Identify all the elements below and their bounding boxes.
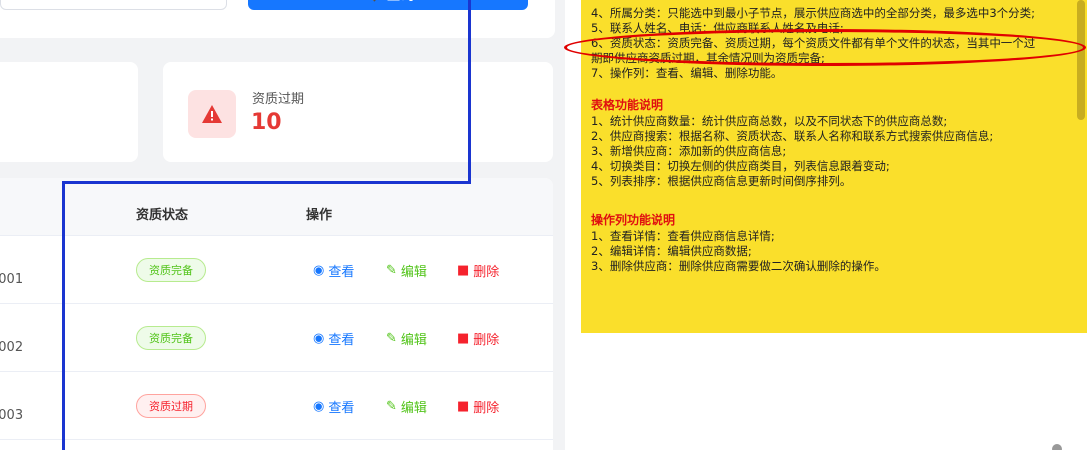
- header-status: 资质状态: [136, 208, 189, 223]
- edit-button[interactable]: ✎ 编辑: [386, 397, 427, 416]
- header-actions: 操作: [306, 208, 333, 223]
- annotation-connector: [468, 0, 471, 184]
- expired-count: 10: [251, 110, 282, 135]
- supplier-app: 🔍 查询 资质过期 10 资质状态 操作 0001 资质完备 ◉ 查看: [0, 0, 565, 450]
- search-input[interactable]: [0, 0, 227, 10]
- note-scrollbar[interactable]: [1077, 0, 1085, 120]
- note-line: 1、统计供应商数量：统计供应商总数，以及不同状态下的供应商总数;: [591, 114, 948, 128]
- delete-label: 删除: [473, 265, 500, 280]
- stat-card-total: [0, 62, 138, 162]
- supplier-table: 资质状态 操作 0001 资质完备 ◉ 查看 ✎ 编辑 ■ 删除 0002 资质…: [0, 178, 553, 450]
- status-badge: 资质完备: [136, 326, 206, 350]
- eye-icon: ◉: [313, 399, 325, 414]
- supplier-code: 0002: [0, 340, 24, 355]
- annotation-connector: [62, 181, 65, 450]
- note-section-title: 操作列功能说明: [591, 213, 676, 227]
- warning-icon: [202, 105, 222, 123]
- stat-card-expired: 资质过期 10: [163, 62, 553, 162]
- highlight-ellipse: [564, 29, 1086, 66]
- note-line: 7、操作列：查看、编辑、删除功能。: [591, 66, 783, 80]
- edit-label: 编辑: [400, 265, 427, 280]
- status-badge: 资质过期: [136, 394, 206, 418]
- view-button[interactable]: ◉ 查看: [313, 329, 354, 348]
- expired-label: 资质过期: [252, 92, 305, 107]
- warning-icon-box: [188, 90, 236, 138]
- edit-button[interactable]: ✎ 编辑: [386, 329, 427, 348]
- note-line: 3、新增供应商：添加新的供应商信息;: [591, 144, 787, 158]
- note-line: 4、所属分类：只能选中到最小子节点，展示供应商选中的全部分类，最多选中3个分类;: [591, 6, 1036, 20]
- delete-button[interactable]: ■ 删除: [457, 261, 499, 280]
- note-section-title: 表格功能说明: [591, 98, 664, 112]
- delete-button[interactable]: ■ 删除: [457, 397, 499, 416]
- search-button-label: 查询: [386, 0, 414, 5]
- search-icon: 🔍: [362, 0, 377, 2]
- view-button[interactable]: ◉ 查看: [313, 397, 354, 416]
- trash-icon: ■: [457, 331, 470, 346]
- supplier-code: 0003: [0, 408, 24, 423]
- eye-icon: ◉: [313, 263, 325, 278]
- note-line: 2、编辑详情：编辑供应商数据;: [591, 244, 752, 258]
- edit-label: 编辑: [400, 333, 427, 348]
- view-label: 查看: [328, 401, 355, 416]
- table-row: 0002 资质完备 ◉ 查看 ✎ 编辑 ■ 删除: [0, 304, 553, 372]
- view-label: 查看: [328, 333, 355, 348]
- delete-label: 删除: [473, 401, 500, 416]
- edit-icon: ✎: [386, 399, 397, 414]
- note-line: 1、查看详情：查看供应商信息详情;: [591, 229, 775, 243]
- trash-icon: ■: [457, 399, 470, 414]
- edit-icon: ✎: [386, 331, 397, 346]
- note-line: 2、供应商搜索：根据名称、资质状态、联系人名称和联系方式搜索供应商信息;: [591, 129, 994, 143]
- view-label: 查看: [328, 265, 355, 280]
- edit-icon: ✎: [386, 263, 397, 278]
- table-header: 资质状态 操作: [0, 178, 553, 236]
- edit-button[interactable]: ✎ 编辑: [386, 261, 427, 280]
- table-row: 0001 资质完备 ◉ 查看 ✎ 编辑 ■ 删除: [0, 236, 553, 304]
- view-button[interactable]: ◉ 查看: [313, 261, 354, 280]
- status-badge: 资质完备: [136, 258, 206, 282]
- search-button[interactable]: 🔍 查询: [248, 0, 528, 10]
- table-row: 0003 资质过期 ◉ 查看 ✎ 编辑 ■ 删除: [0, 372, 553, 440]
- canvas-handle[interactable]: [1052, 444, 1062, 450]
- eye-icon: ◉: [313, 331, 325, 346]
- delete-button[interactable]: ■ 删除: [457, 329, 499, 348]
- note-line: 3、删除供应商：删除供应商需要做二次确认删除的操作。: [591, 259, 886, 273]
- annotation-connector: [62, 181, 471, 184]
- note-line: 5、列表排序：根据供应商信息更新时间倒序排列。: [591, 174, 852, 188]
- note-line: 4、切换类目：切换左侧的供应商类目，列表信息跟着变动;: [591, 159, 890, 173]
- edit-label: 编辑: [400, 401, 427, 416]
- supplier-code: 0001: [0, 272, 24, 287]
- trash-icon: ■: [457, 263, 470, 278]
- delete-label: 删除: [473, 333, 500, 348]
